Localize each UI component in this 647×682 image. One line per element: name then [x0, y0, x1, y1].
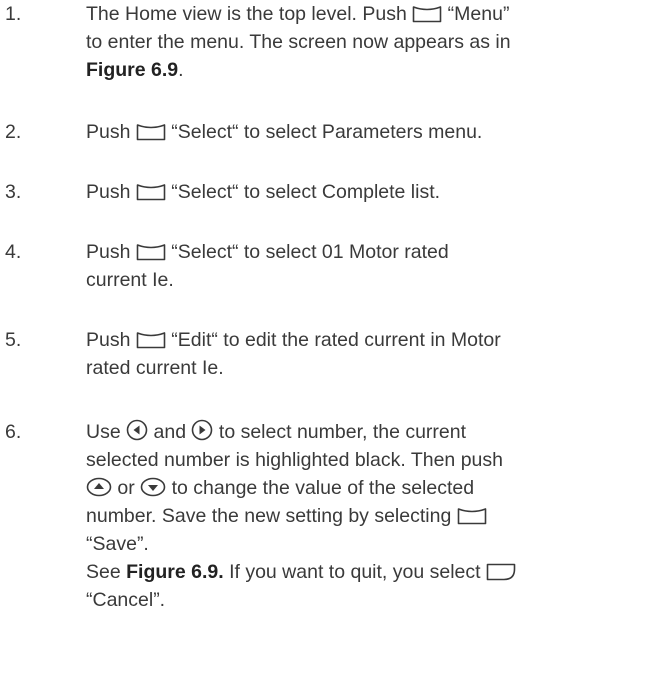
step-line: current Ie. — [86, 269, 174, 291]
text-run: Push — [86, 241, 136, 263]
step-line: or to change the value of the selected — [86, 474, 641, 502]
text-run: “Edit“ to edit the rated current in Moto… — [165, 329, 501, 351]
step-number: 1. — [5, 3, 22, 25]
step-number: 6. — [5, 421, 22, 443]
figure-reference: Figure 6.9 — [86, 59, 179, 81]
text-run: or — [112, 477, 141, 499]
text-run: If you want to quit, you select — [223, 561, 486, 583]
step-line: Push “Select“ to select 01 Motor rated — [86, 238, 641, 266]
text-run: Push — [86, 121, 136, 143]
arrow-left-button-icon — [126, 419, 148, 441]
text-run: Use — [86, 421, 127, 443]
left-softkey-icon — [136, 183, 166, 201]
step-number: 5. — [5, 329, 22, 351]
step-line: See Figure 6.9. If you want to quit, you… — [86, 558, 641, 586]
step-line: selected number is highlighted black. Th… — [86, 449, 503, 471]
step-line: Use and to select number, the current — [86, 418, 641, 446]
step-text: Use and to select number, the current se… — [86, 418, 641, 614]
arrow-down-button-icon — [140, 477, 166, 497]
text-run: “Select“ to select 01 Motor rated — [165, 241, 449, 263]
left-softkey-icon — [457, 507, 487, 525]
left-softkey-icon — [136, 331, 166, 349]
step-text: Push “Edit“ to edit the rated current in… — [86, 326, 641, 382]
step-line: Push “Edit“ to edit the rated current in… — [86, 326, 641, 354]
step-line: rated current Ie. — [86, 357, 224, 379]
left-softkey-icon — [136, 243, 166, 261]
step-text: Push “Select“ to select Complete list. — [86, 178, 641, 206]
figure-reference: Figure 6.9. — [126, 561, 224, 583]
step-line: The Home view is the top level. Push “Me… — [86, 0, 641, 28]
arrow-right-button-icon — [191, 419, 213, 441]
left-softkey-icon — [136, 123, 166, 141]
text-run: Push — [86, 329, 136, 351]
step-number: 4. — [5, 241, 22, 263]
step-line: Figure 6.9. — [86, 56, 641, 84]
text-run: See — [86, 561, 127, 583]
text-run: “Select“ to select Complete list. — [165, 181, 441, 203]
step-line: to enter the menu. The screen now appear… — [86, 31, 511, 53]
step-text: Push “Select“ to select Parameters menu. — [86, 118, 641, 146]
text-run: to change the value of the selected — [166, 477, 475, 499]
text-run: “Select“ to select Parameters menu. — [165, 121, 483, 143]
text-run: “Menu” — [442, 3, 510, 25]
step-text: The Home view is the top level. Push “Me… — [86, 0, 641, 84]
text-run: to select number, the current — [213, 421, 467, 443]
text-run: . — [178, 59, 184, 81]
step-line: Push “Select“ to select Complete list. — [86, 178, 641, 206]
arrow-up-button-icon — [86, 477, 112, 497]
step-number: 2. — [5, 121, 22, 143]
right-softkey-icon — [486, 563, 516, 581]
left-softkey-icon — [412, 5, 442, 23]
step-line: number. Save the new setting by selectin… — [86, 502, 641, 530]
text-run: number. Save the new setting by selectin… — [86, 505, 457, 527]
text-run: The Home view is the top level. Push — [86, 3, 413, 25]
step-line: “Cancel”. — [86, 589, 166, 611]
text-run: Push — [86, 181, 136, 203]
step-line: “Save”. — [86, 533, 149, 555]
step-number: 3. — [5, 181, 22, 203]
text-run: and — [148, 421, 192, 443]
step-line: Push “Select“ to select Parameters menu. — [86, 118, 641, 146]
step-text: Push “Select“ to select 01 Motor rated c… — [86, 238, 641, 294]
